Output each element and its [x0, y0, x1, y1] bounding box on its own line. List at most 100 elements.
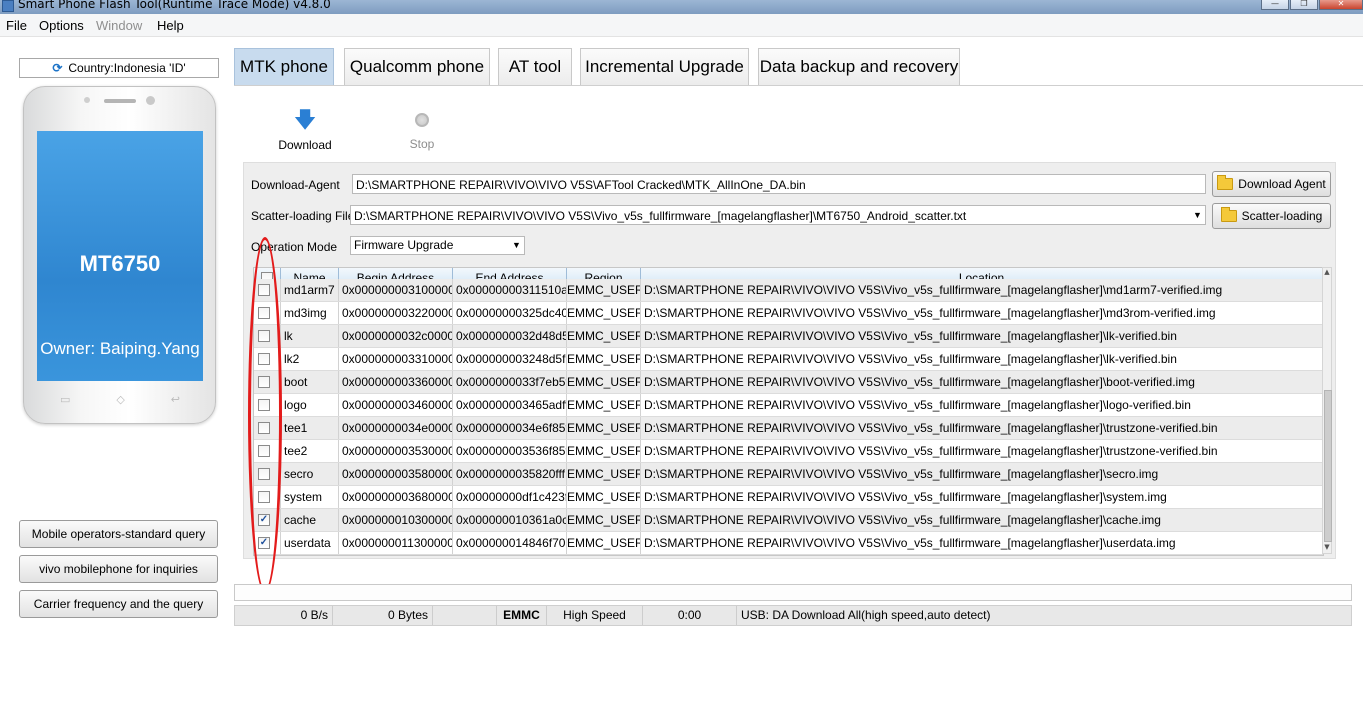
- cell-end-address: 0x00000000df1c423f: [453, 486, 567, 508]
- folder-icon: [1220, 207, 1237, 222]
- menu-help[interactable]: Help: [157, 18, 184, 33]
- scroll-down-icon[interactable]: ▼: [1323, 543, 1331, 553]
- window-title: Smart Phone Flash Tool(Runtime Trace Mod…: [18, 0, 331, 11]
- back-key-icon: ↩: [170, 392, 181, 406]
- download-agent-label: Download-Agent: [251, 178, 340, 192]
- tab-incremental-upgrade[interactable]: Incremental Upgrade: [580, 48, 749, 85]
- cell-checkbox: [254, 371, 281, 393]
- row-checkbox[interactable]: [258, 376, 270, 388]
- minimize-icon[interactable]: —: [1261, 0, 1289, 10]
- download-arrow-icon: 🡇: [293, 107, 317, 132]
- cell-location: D:\SMARTPHONE REPAIR\VIVO\VIVO V5S\Vivo_…: [641, 440, 1323, 462]
- table-row[interactable]: md1arm7 0x0000000031000000 0x0000000031151…: [254, 279, 1323, 302]
- cell-location: D:\SMARTPHONE REPAIR\VIVO\VIVO V5S\Vivo_…: [641, 279, 1323, 301]
- cell-end-address: 0x000000003536f85f: [453, 440, 567, 462]
- cell-region: EMMC_USER: [567, 486, 641, 508]
- download-button[interactable]: 🡇 Download: [270, 107, 340, 153]
- cell-checkbox: [254, 302, 281, 324]
- cell-region: EMMC_USER: [567, 325, 641, 347]
- menu-options[interactable]: Options: [39, 18, 84, 33]
- vivo-inquiries-button[interactable]: vivo mobilephone for inquiries: [19, 555, 218, 583]
- table-row[interactable]: logo 0x0000000034600000 0x000000003465adff…: [254, 394, 1323, 417]
- download-agent-button[interactable]: Download Agent: [1212, 171, 1331, 197]
- table-row[interactable]: system 0x0000000036800000 0x00000000df1c42…: [254, 486, 1323, 509]
- cell-end-address: 0x000000010361a0cf: [453, 509, 567, 531]
- sensor-icon: [84, 97, 90, 103]
- table-row[interactable]: secro 0x0000000035800000 0x0000000035820ff…: [254, 463, 1323, 486]
- phone-owner: Owner: Baiping.Yang: [40, 339, 200, 358]
- country-indicator: ⟳ Country:Indonesia 'ID': [19, 58, 219, 78]
- chevron-down-icon[interactable]: ▼: [511, 239, 522, 252]
- table-scrollbar[interactable]: ▲ ▼: [1322, 267, 1332, 554]
- scatter-loading-value: D:\SMARTPHONE REPAIR\VIVO\VIVO V5S\Vivo_…: [354, 209, 967, 223]
- cell-name: md1arm7: [281, 279, 339, 301]
- menu-window: Window: [96, 18, 143, 33]
- cell-region: EMMC_USER: [567, 302, 641, 324]
- row-checkbox[interactable]: [258, 284, 270, 296]
- scatter-loading-select[interactable]: D:\SMARTPHONE REPAIR\VIVO\VIVO V5S\Vivo_…: [350, 205, 1206, 225]
- cell-region: EMMC_USER: [567, 348, 641, 370]
- table-row[interactable]: ✓ userdata 0x0000000113000000 0x00000001484…: [254, 532, 1323, 555]
- row-checkbox[interactable]: [258, 307, 270, 319]
- cell-name: cache: [281, 509, 339, 531]
- table-row[interactable]: lk 0x0000000032c00000 0x0000000032d48d5f EM…: [254, 325, 1323, 348]
- operation-mode-select[interactable]: Firmware Upgrade ▼: [350, 236, 525, 255]
- cell-region: EMMC_USER: [567, 440, 641, 462]
- cell-name: system: [281, 486, 339, 508]
- cell-begin-address: 0x0000000113000000: [339, 532, 453, 554]
- row-checkbox[interactable]: ✓: [258, 514, 270, 526]
- close-icon[interactable]: ✕: [1319, 0, 1363, 10]
- cell-begin-address: 0x0000000035800000: [339, 463, 453, 485]
- stop-circle-icon: [415, 113, 429, 127]
- table-row[interactable]: tee1 0x0000000034e00000 0x0000000034e6f85f…: [254, 417, 1323, 440]
- cell-checkbox: [254, 325, 281, 347]
- title-bar: Smart Phone Flash Tool(Runtime Trace Mod…: [0, 0, 1363, 14]
- scatter-loading-button[interactable]: Scatter-loading: [1212, 203, 1331, 229]
- cell-begin-address: 0x0000000034600000: [339, 394, 453, 416]
- cell-location: D:\SMARTPHONE REPAIR\VIVO\VIVO V5S\Vivo_…: [641, 325, 1323, 347]
- tab-mtk-phone[interactable]: MTK phone: [234, 48, 334, 85]
- scatter-loading-label: Scatter-loading File: [251, 209, 355, 223]
- cell-location: D:\SMARTPHONE REPAIR\VIVO\VIVO V5S\Vivo_…: [641, 302, 1323, 324]
- table-row[interactable]: boot 0x0000000033600000 0x0000000033f7eb5f…: [254, 371, 1323, 394]
- maximize-icon[interactable]: ❐: [1290, 0, 1318, 10]
- table-row[interactable]: tee2 0x0000000035300000 0x000000003536f85f…: [254, 440, 1323, 463]
- operation-mode-label: Operation Mode: [251, 240, 338, 254]
- row-checkbox[interactable]: [258, 353, 270, 365]
- row-checkbox[interactable]: [258, 468, 270, 480]
- cell-end-address: 0x0000000032d48d5f: [453, 325, 567, 347]
- camera-icon: [146, 96, 155, 105]
- scroll-thumb[interactable]: [1324, 390, 1332, 542]
- row-checkbox[interactable]: [258, 399, 270, 411]
- cell-name: md3img: [281, 302, 339, 324]
- chevron-down-icon[interactable]: ▼: [1192, 209, 1203, 222]
- cell-location: D:\SMARTPHONE REPAIR\VIVO\VIVO V5S\Vivo_…: [641, 371, 1323, 393]
- table-row[interactable]: lk2 0x0000000033100000 0x000000003248d5f EM…: [254, 348, 1323, 371]
- cell-name: tee2: [281, 440, 339, 462]
- cell-end-address: 0x00000000325dc40f: [453, 302, 567, 324]
- table-row[interactable]: md3img 0x0000000032200000 0x00000000325dc4…: [254, 302, 1323, 325]
- row-checkbox[interactable]: [258, 422, 270, 434]
- download-agent-field[interactable]: D:\SMARTPHONE REPAIR\VIVO\VIVO V5S\AFToo…: [352, 174, 1206, 194]
- tab-data-backup[interactable]: Data backup and recovery: [758, 48, 960, 85]
- scroll-up-icon[interactable]: ▲: [1323, 268, 1331, 278]
- cell-begin-address: 0x0000000033100000: [339, 348, 453, 370]
- cell-name: userdata: [281, 532, 339, 554]
- cell-end-address: 0x000000003465adff: [453, 394, 567, 416]
- menu-file[interactable]: File: [6, 18, 27, 33]
- row-checkbox[interactable]: [258, 445, 270, 457]
- menu-key-icon: ▭: [59, 392, 71, 406]
- status-speed: 0 B/s: [235, 606, 333, 625]
- cell-location: D:\SMARTPHONE REPAIR\VIVO\VIVO V5S\Vivo_…: [641, 509, 1323, 531]
- carrier-frequency-button[interactable]: Carrier frequency and the query: [19, 590, 218, 618]
- row-checkbox[interactable]: [258, 491, 270, 503]
- cell-location: D:\SMARTPHONE REPAIR\VIVO\VIVO V5S\Vivo_…: [641, 463, 1323, 485]
- download-label: Download: [278, 138, 332, 152]
- table-row[interactable]: ✓ cache 0x0000000103000000 0x000000010361a0…: [254, 509, 1323, 532]
- tab-qualcomm-phone[interactable]: Qualcomm phone: [344, 48, 490, 85]
- phone-model: MT6750: [79, 251, 161, 276]
- row-checkbox[interactable]: [258, 330, 270, 342]
- row-checkbox[interactable]: ✓: [258, 537, 270, 549]
- tab-at-tool[interactable]: AT tool: [498, 48, 572, 85]
- operators-query-button[interactable]: Mobile operators-standard query: [19, 520, 218, 548]
